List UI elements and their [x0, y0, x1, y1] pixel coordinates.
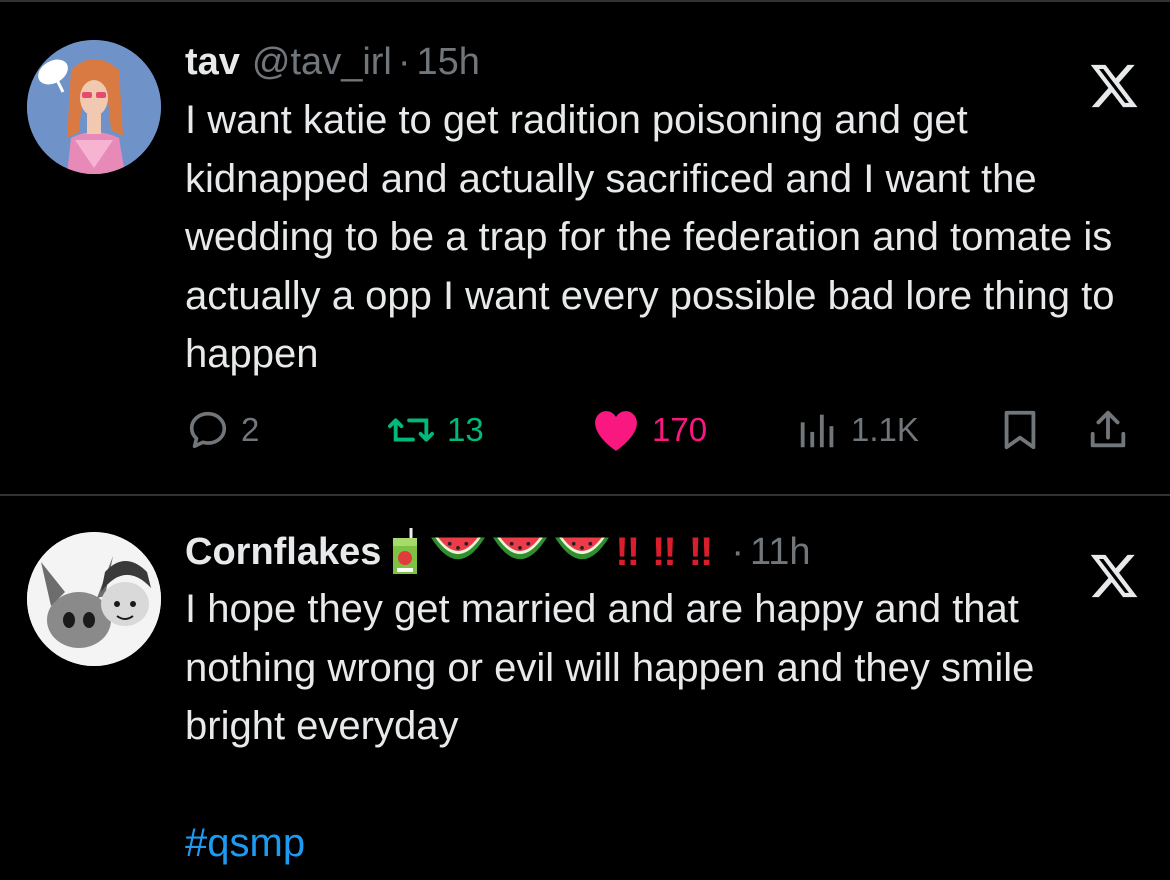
repost-button[interactable]: 13	[385, 405, 484, 455]
views-button[interactable]: 1.1K	[795, 405, 919, 455]
tweet[interactable]: Cornflakes !! !! !! · 11h I hope they ge…	[0, 496, 1170, 880]
repost-count: 13	[447, 411, 484, 448]
watermelon-emoji	[431, 537, 486, 560]
reply-button[interactable]: 2	[185, 405, 259, 455]
tweet-text: I want katie to get radition poisoning a…	[185, 98, 1115, 376]
reply-count: 2	[241, 411, 260, 448]
tweet-actions: 2 13 170 1.1K	[185, 405, 1145, 455]
tweet-text: I hope they get married and are happy an…	[185, 587, 1035, 748]
views-icon	[800, 414, 834, 448]
tweet-header: Cornflakes !! !! !! · 11h	[185, 528, 811, 576]
watermelon-emoji	[493, 537, 548, 560]
juice-box-emoji	[393, 528, 418, 574]
view-count: 1.1K	[851, 411, 919, 448]
bookmark-button[interactable]	[997, 405, 1053, 455]
avatar[interactable]	[27, 40, 161, 174]
hashtag-link[interactable]: #qsmp	[185, 814, 305, 872]
avatar-illustration	[27, 532, 161, 666]
timestamp[interactable]: 11h	[750, 530, 811, 574]
bookmark-icon	[1004, 410, 1036, 450]
avatar[interactable]	[27, 532, 161, 666]
watermelon-emoji	[555, 537, 610, 560]
timestamp[interactable]: 15h	[417, 40, 480, 84]
user-handle[interactable]: @tav_irl	[252, 40, 392, 84]
exclamation-emoji: !!	[688, 530, 714, 574]
avatar-illustration	[27, 40, 161, 174]
share-button[interactable]	[1085, 405, 1141, 455]
name-emojis: !! !! !!	[389, 528, 725, 576]
share-icon	[1090, 410, 1126, 448]
exclamation-emoji: !!	[615, 530, 640, 574]
exclamation-emoji: !!	[652, 530, 677, 574]
like-button[interactable]: 170	[590, 405, 707, 455]
like-count: 170	[652, 411, 708, 448]
repost-icon	[387, 418, 434, 442]
tweet-header: tav @tav_irl · 15h	[185, 40, 480, 84]
separator-dot: ·	[397, 41, 411, 83]
tweet[interactable]: tav @tav_irl · 15h I want katie to get r…	[0, 0, 1170, 494]
separator-dot: ·	[731, 531, 744, 573]
display-name[interactable]: Cornflakes	[185, 530, 381, 574]
display-name[interactable]: tav	[185, 40, 240, 84]
heart-icon	[595, 411, 637, 451]
reply-icon	[189, 411, 227, 449]
